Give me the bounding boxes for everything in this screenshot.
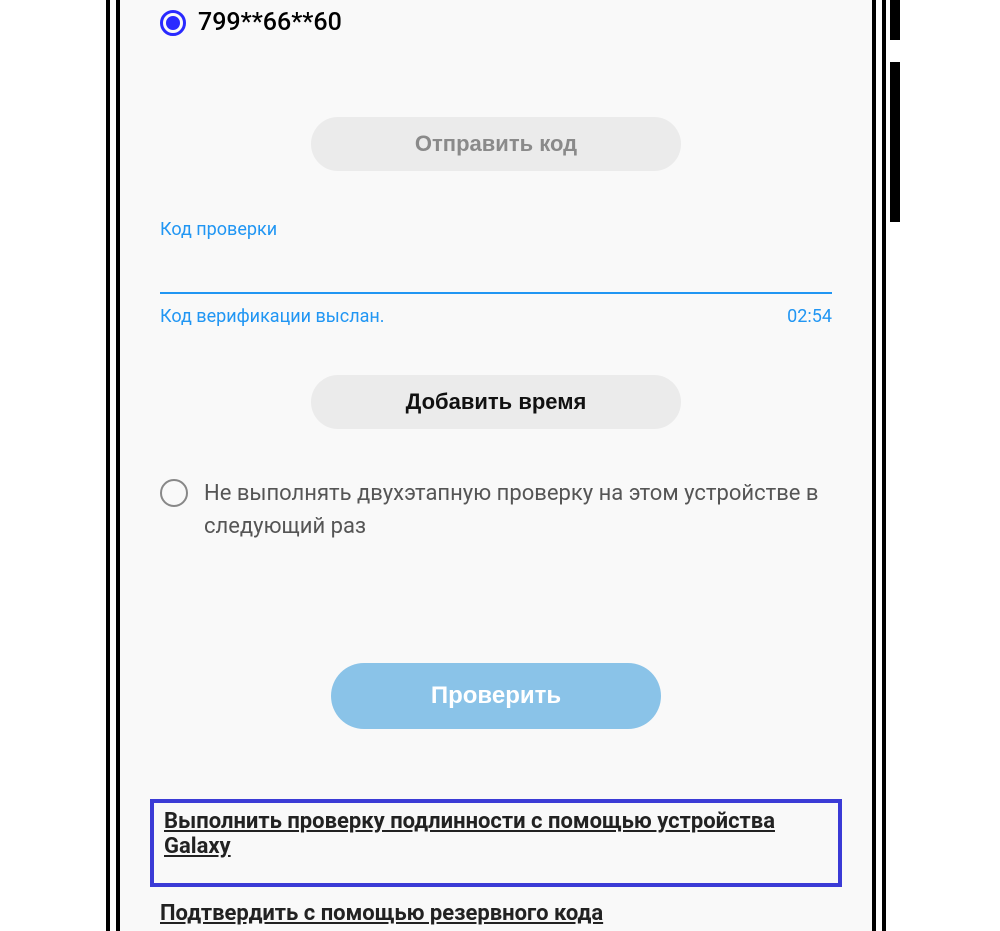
verify-with-galaxy-link[interactable]: Выполнить проверку подлинности с помощью… [164,809,828,859]
checkbox-unchecked-icon [160,479,188,507]
add-time-button[interactable]: Добавить время [311,375,681,429]
galaxy-link-highlight: Выполнить проверку подлинности с помощью… [150,799,842,887]
skip-2fa-label: Не выполнять двухэтапную проверку на это… [204,477,832,543]
verification-timer: 02:54 [787,306,832,327]
verify-button[interactable]: Проверить [331,663,661,729]
masked-phone-number: 799**66**60 [198,8,342,37]
verification-code-input[interactable] [160,246,832,294]
send-code-button[interactable]: Отправить код [311,117,681,171]
phone-number-option[interactable]: 799**66**60 [160,8,832,37]
verification-screen: 799**66**60 Отправить код Код проверки К… [130,0,862,931]
radio-selected-icon [160,10,186,36]
code-input-label: Код проверки [160,219,832,240]
verify-with-backup-code-link[interactable]: Подтвердить с помощью резервного кода [160,901,603,926]
skip-2fa-checkbox-row[interactable]: Не выполнять двухэтапную проверку на это… [160,477,832,543]
verification-status-message: Код верификации выслан. [160,306,385,327]
